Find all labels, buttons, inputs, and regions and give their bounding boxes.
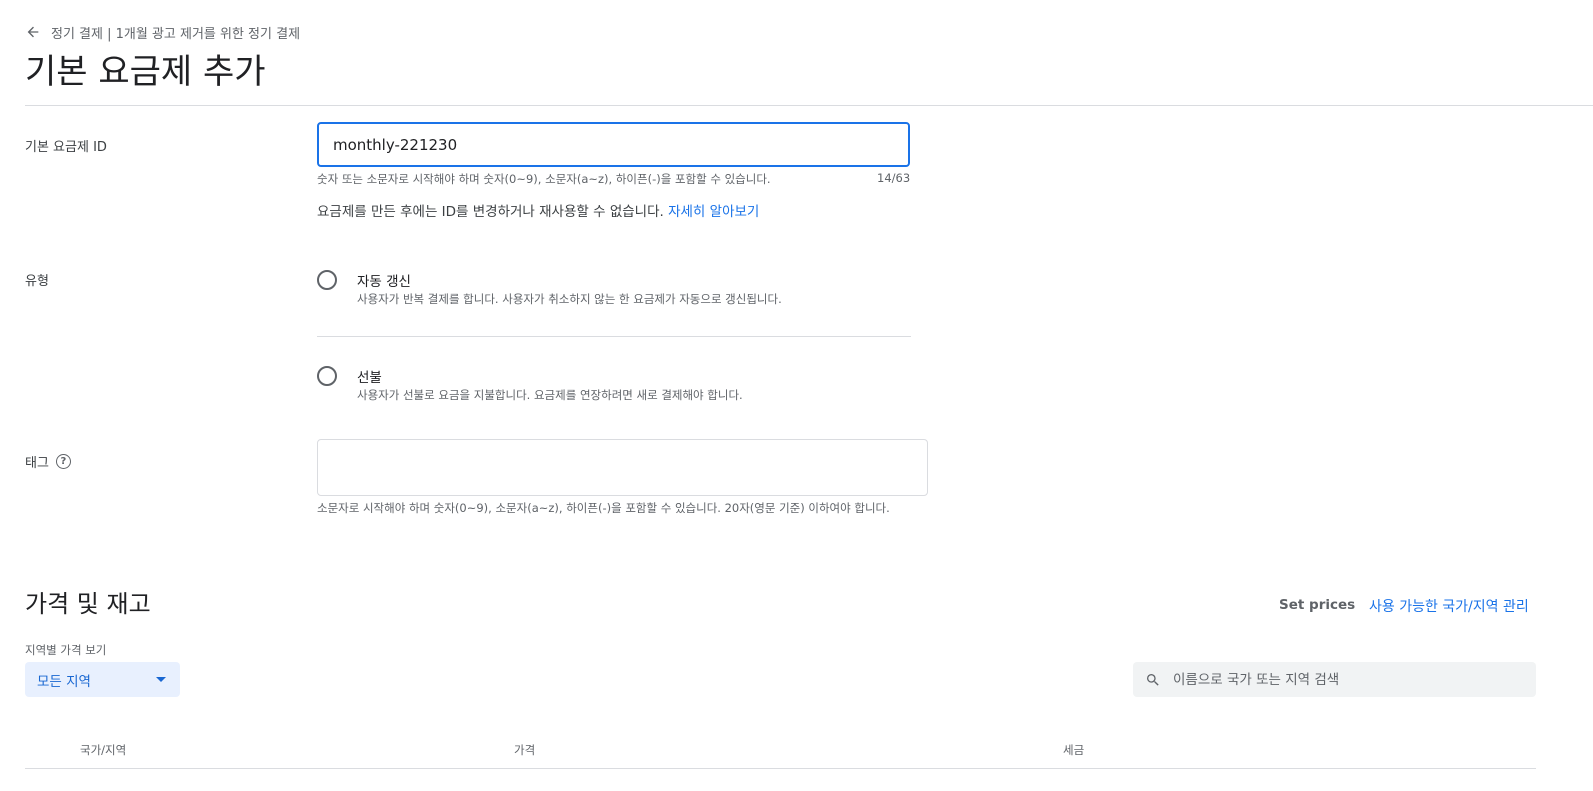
arrow-left-icon	[27, 26, 39, 38]
learn-more-link[interactable]: 자세히 알아보기	[668, 204, 759, 220]
help-circle-icon[interactable]: ?	[55, 454, 71, 469]
region-dropdown[interactable]: 모든 지역	[25, 662, 180, 697]
region-dropdown-value: 모든 지역	[37, 673, 91, 690]
base-plan-id-label: 기본 요금제 ID	[25, 140, 107, 155]
caret-down-icon	[156, 677, 166, 682]
type-label: 유형	[25, 274, 49, 289]
region-select-label: 지역별 가격 보기	[25, 643, 107, 657]
breadcrumb: 정기 결제 | 1개월 광고 제거를 위한 정기 결제	[25, 20, 300, 44]
pricing-section-title: 가격 및 재고	[25, 590, 151, 618]
tags-label: 태그	[25, 456, 49, 471]
header-divider	[25, 105, 1593, 106]
manage-countries-link[interactable]: 사용 가능한 국가/지역 관리	[1369, 596, 1529, 616]
breadcrumb-text[interactable]: 정기 결제 | 1개월 광고 제거를 위한 정기 결제	[51, 23, 300, 42]
column-header-tax[interactable]: 세금	[1063, 742, 1084, 758]
page-title: 기본 요금제 추가	[25, 52, 266, 92]
column-header-country[interactable]: 국가/지역	[80, 742, 126, 758]
base-plan-id-counter: 14/63	[877, 171, 911, 185]
base-plan-id-hint: 숫자 또는 소문자로 시작해야 하며 숫자(0~9), 소문자(a~z), 하이…	[317, 172, 771, 186]
base-plan-id-note-text: 요금제를 만든 후에는 ID를 변경하거나 재사용할 수 없습니다.	[317, 204, 664, 220]
set-prices-button[interactable]: Set prices	[1279, 597, 1355, 613]
prepaid-description: 사용자가 선불로 요금을 지불합니다. 요금제를 연장하려면 새로 결제해야 합…	[357, 388, 743, 402]
auto-renew-description: 사용자가 반복 결제를 합니다. 사용자가 취소하지 않는 한 요금제가 자동으…	[357, 292, 782, 306]
type-options-divider	[317, 336, 911, 337]
tags-input[interactable]	[317, 439, 928, 496]
search-icon	[1147, 673, 1159, 686]
table-header-divider	[25, 768, 1536, 769]
prepaid-title: 선불	[357, 370, 382, 386]
auto-renew-title: 자동 갱신	[357, 274, 411, 290]
tags-hint: 소문자로 시작해야 하며 숫자(0~9), 소문자(a~z), 하이픈(-)을 …	[317, 501, 890, 515]
country-search[interactable]	[1133, 662, 1536, 697]
base-plan-id-input[interactable]	[317, 122, 910, 167]
radio-prepaid[interactable]	[317, 366, 337, 386]
country-search-input[interactable]	[1171, 670, 1524, 689]
tags-label-row: 태그 ?	[25, 452, 71, 471]
column-header-price[interactable]: 가격	[514, 742, 535, 758]
radio-auto-renew[interactable]	[317, 270, 337, 290]
base-plan-id-note: 요금제를 만든 후에는 ID를 변경하거나 재사용할 수 없습니다. 자세히 알…	[317, 200, 759, 220]
back-button[interactable]	[25, 20, 49, 44]
